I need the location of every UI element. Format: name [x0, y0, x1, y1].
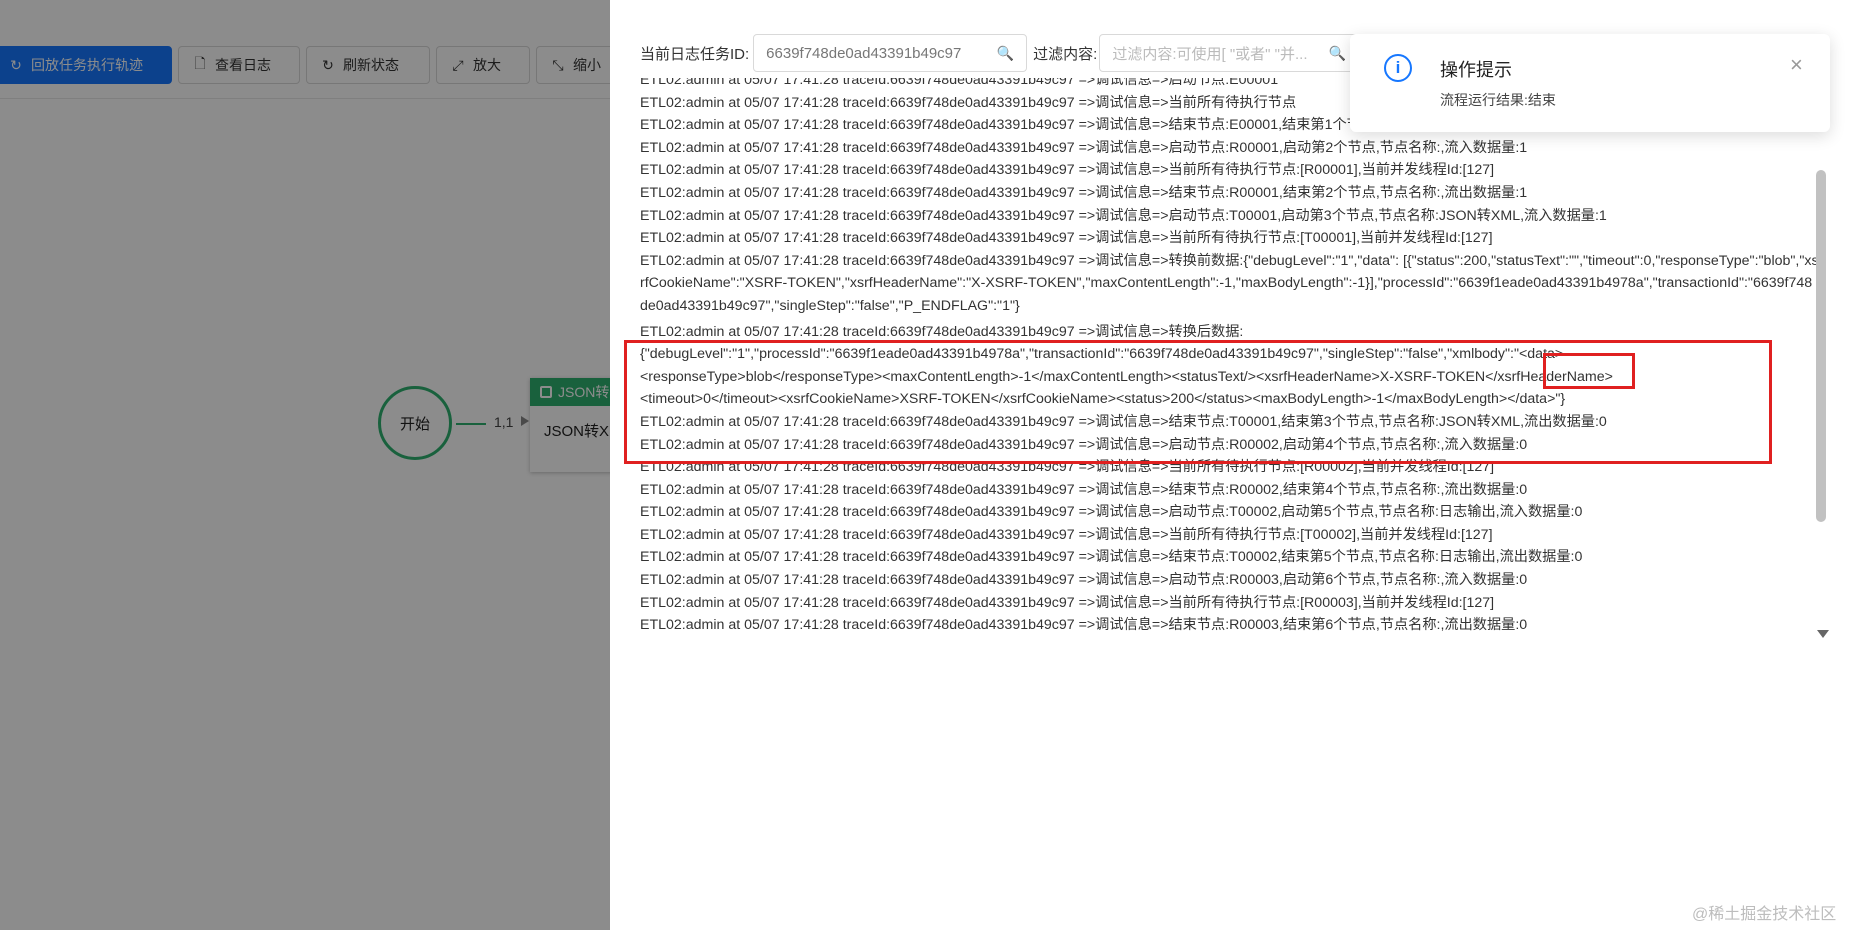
log-line: ETL02:admin at 05/07 17:41:28 traceId:66… — [640, 572, 1528, 589]
notification-title: 操作提示 — [1440, 60, 1512, 80]
log-line: ETL02:admin at 05/07 17:41:28 traceId:66… — [640, 139, 1528, 156]
log-line: ETL02:admin at 05/07 17:41:28 traceId:66… — [640, 594, 1495, 611]
log-scrollbar[interactable] — [1816, 170, 1826, 522]
watermark: @稀土掘金技术社区 — [1692, 906, 1837, 923]
log-line: ETL02:admin at 05/07 17:41:28 traceId:66… — [640, 184, 1528, 201]
log-line: ETL02:admin at 05/07 17:41:28 traceId:66… — [640, 481, 1528, 498]
log-line: ETL02:admin at 05/07 17:41:28 traceId:66… — [640, 162, 1495, 179]
operation-notification: i 操作提示 流程运行结果:结束 × — [1350, 34, 1830, 132]
notification-message: 流程运行结果:结束 — [1440, 92, 1556, 108]
search-icon[interactable]: 🔍 — [1329, 45, 1346, 62]
filter-content-input[interactable]: 过滤内容:可使用[ "或者" "并... 🔍 — [1099, 34, 1360, 72]
task-id-input[interactable]: 6639f748de0ad43391b49c97 🔍 — [753, 34, 1028, 72]
log-filter-bar: 当前日志任务ID: 6639f748de0ad43391b49c97 🔍 过滤内… — [640, 34, 1360, 72]
log-line: ETL02:admin at 05/07 17:41:28 traceId:66… — [640, 549, 1583, 566]
close-icon[interactable]: × — [1790, 54, 1803, 76]
log-line: ETL02:admin at 05/07 17:41:28 traceId:66… — [640, 207, 1607, 224]
task-id-label: 当前日志任务ID: — [640, 45, 750, 63]
highlight-xmlbody-box — [1543, 353, 1635, 389]
log-before-convert: ETL02:admin at 05/07 17:41:28 traceId:66… — [640, 252, 1819, 314]
scroll-down-icon[interactable] — [1817, 630, 1829, 638]
log-line: ETL02:admin at 05/07 17:41:28 traceId:66… — [640, 504, 1583, 521]
log-line: ETL02:admin at 05/07 17:41:28 traceId:66… — [640, 617, 1528, 634]
flow-canvas: ↻ 回放任务执行轨迹 🗋 查看日志 ↻ 刷新状态 ⤢ 放大 ⤡ 缩小 开始 1,… — [0, 0, 610, 930]
log-line: ETL02:admin at 05/07 17:41:28 traceId:66… — [640, 230, 1493, 247]
modal-mask[interactable] — [0, 0, 610, 930]
search-icon[interactable]: 🔍 — [997, 45, 1014, 62]
filter-content-label: 过滤内容: — [1033, 45, 1098, 63]
log-drawer: 当前日志任务ID: 6639f748de0ad43391b49c97 🔍 过滤内… — [610, 0, 1860, 930]
log-line: ETL02:admin at 05/07 17:41:28 traceId:66… — [640, 526, 1493, 543]
info-icon: i — [1384, 54, 1412, 82]
